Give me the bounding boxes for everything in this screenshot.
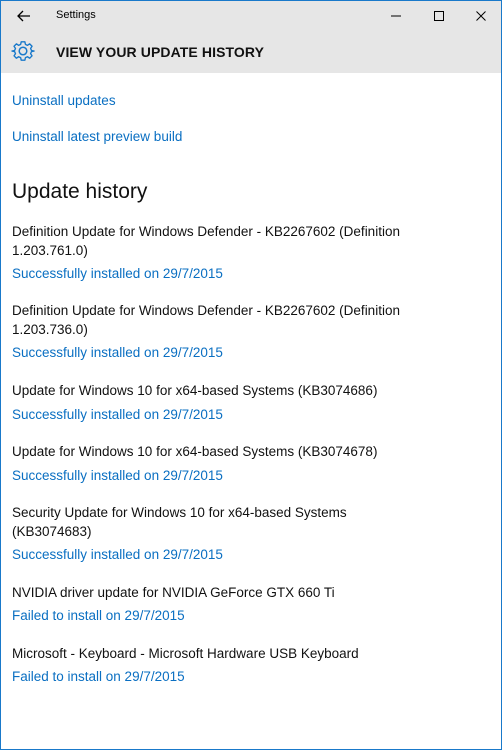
minimize-icon [391,15,401,17]
entry-status-link[interactable]: Successfully installed on 29/7/2015 [12,407,223,422]
uninstall-preview-build-link[interactable]: Uninstall latest preview build [12,129,182,144]
entry-status-link[interactable]: Successfully installed on 29/7/2015 [12,468,223,483]
title-bar[interactable]: Settings [1,1,501,31]
entry-status-link[interactable]: Successfully installed on 29/7/2015 [12,266,223,281]
entry-title: NVIDIA driver update for NVIDIA GeForce … [12,585,335,600]
maximize-icon [434,11,444,21]
entry-status-link[interactable]: Successfully installed on 29/7/2015 [12,547,223,562]
back-button[interactable] [9,3,39,29]
app-title: Settings [56,9,96,21]
back-arrow-icon [17,10,30,22]
settings-window: Settings VIEW YOUR UPDATE HISTORY Uninst… [0,0,502,750]
entry-title: Update for Windows 10 for x64-based Syst… [12,444,378,459]
entry-status-link[interactable]: Successfully installed on 29/7/2015 [12,345,223,360]
page-title: VIEW YOUR UPDATE HISTORY [56,44,265,60]
page-header: VIEW YOUR UPDATE HISTORY [1,31,501,73]
entry-status-link[interactable]: Failed to install on 29/7/2015 [12,608,185,623]
entry-title: Update for Windows 10 for x64-based Syst… [12,383,378,398]
uninstall-updates-link[interactable]: Uninstall updates [12,93,116,108]
update-history-heading: Update history [12,180,148,203]
entry-status-link[interactable]: Failed to install on 29/7/2015 [12,669,185,684]
maximize-button[interactable] [417,1,461,31]
close-icon [476,11,486,21]
entry-title: Microsoft - Keyboard - Microsoft Hardwar… [12,646,359,661]
entry-title: Definition Update for Windows Defender -… [12,224,400,258]
minimize-button[interactable] [374,1,418,31]
gear-icon [11,41,35,61]
close-button[interactable] [459,1,501,31]
entry-title: Definition Update for Windows Defender -… [12,303,400,337]
entry-title: Security Update for Windows 10 for x64-b… [12,505,347,539]
